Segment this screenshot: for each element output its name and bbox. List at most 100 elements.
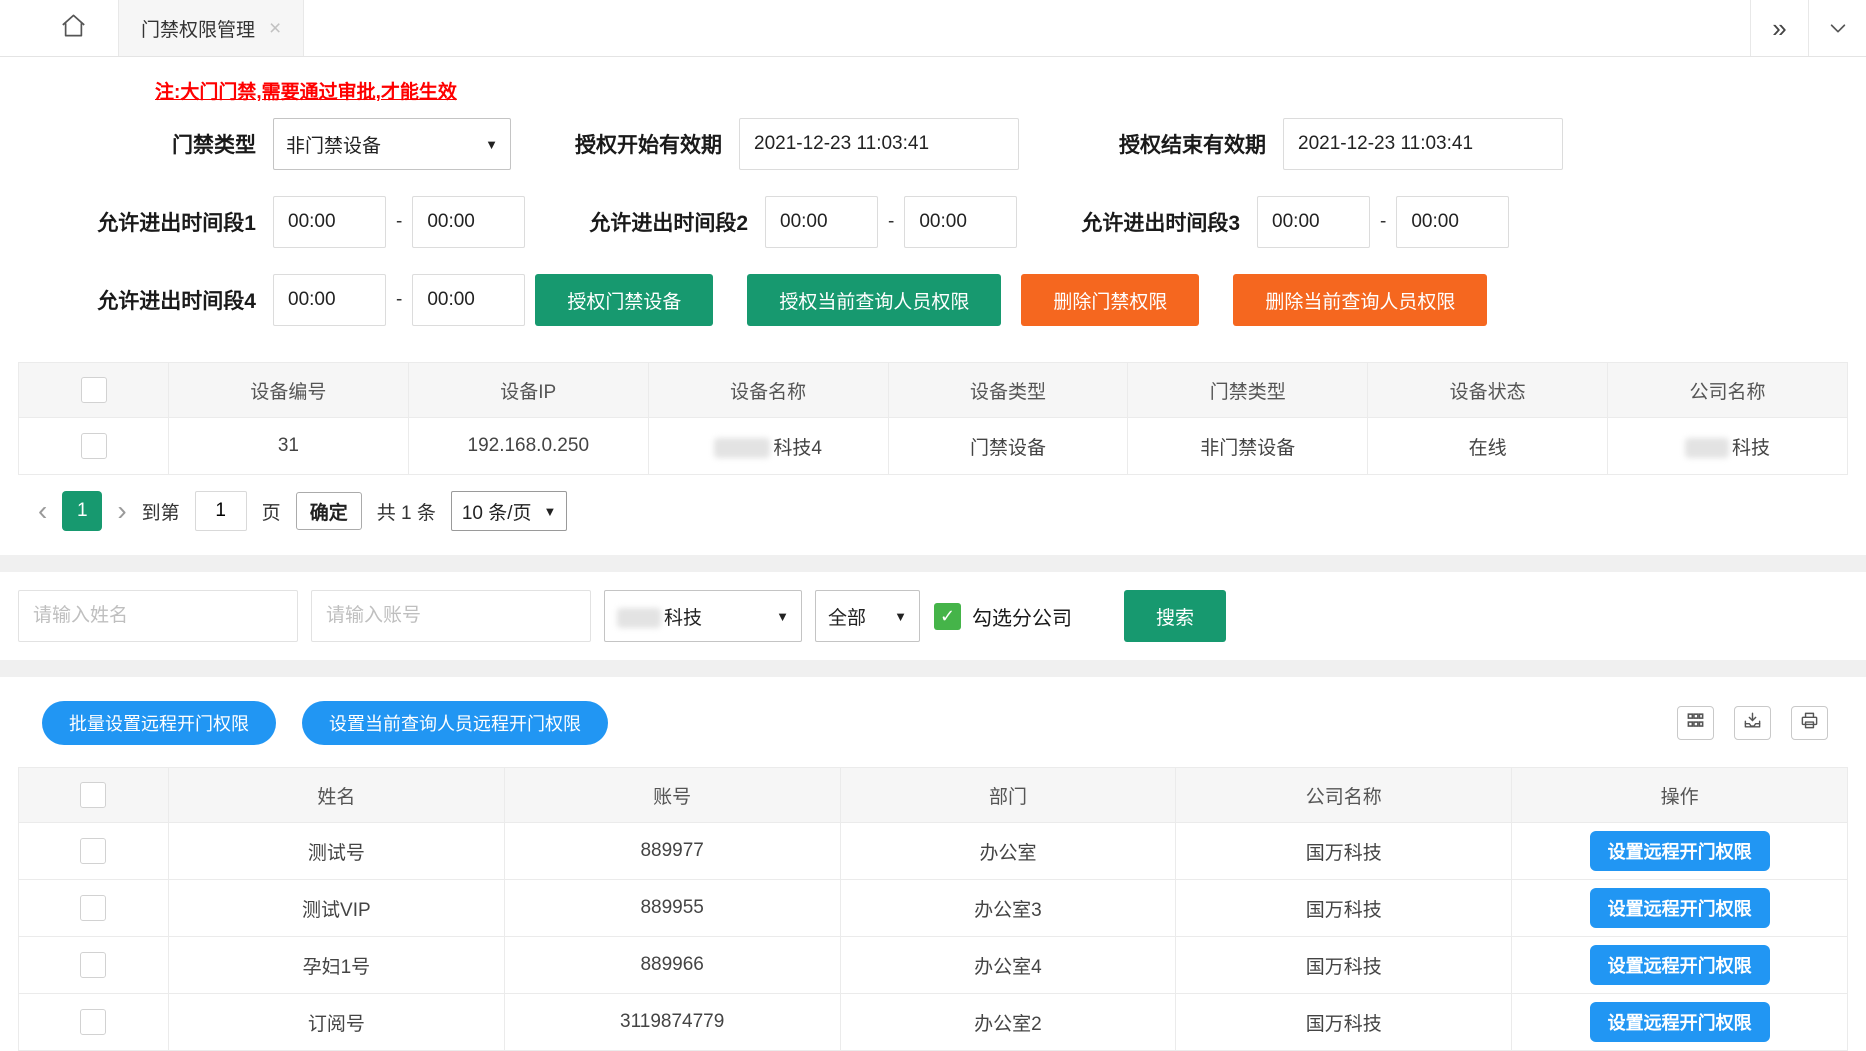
person-dept-cell: 办公室3 [840,880,1176,937]
current-query-remote-open-button[interactable]: 设置当前查询人员远程开门权限 [302,701,608,745]
device-company-cell: 科技 [1608,418,1848,475]
page-number-input[interactable] [195,491,247,531]
print-button[interactable] [1791,706,1828,740]
export-icon [1743,711,1762,735]
time-slot3-end-input[interactable] [1396,196,1509,248]
set-remote-open-button[interactable]: 设置远程开门权限 [1590,1002,1770,1042]
person-name-cell: 孕妇1号 [168,937,504,994]
person-row-checkbox[interactable] [80,1009,106,1035]
time-slot3-label: 允许进出时间段3 [1081,207,1240,237]
device-select-all-checkbox[interactable] [81,377,107,403]
total-count-label: 共 1 条 [377,498,436,525]
device-status-cell: 在线 [1368,418,1608,475]
col-header-device-ip: 设备IP [408,363,648,418]
person-name-cell: 订阅号 [168,994,504,1051]
batch-remote-open-button[interactable]: 批量设置远程开门权限 [42,701,276,745]
auth-end-input[interactable] [1283,118,1563,170]
check-icon: ✓ [940,606,955,627]
expand-tabs-icon[interactable]: » [1750,0,1808,56]
col-header-device-id: 设备编号 [169,363,409,418]
set-remote-open-button[interactable]: 设置远程开门权限 [1590,888,1770,928]
redaction-blur [714,438,770,458]
col-header-company-name: 公司名称 [1608,363,1848,418]
person-toolbar: 批量设置远程开门权限 设置当前查询人员远程开门权限 [0,701,1866,767]
person-account-cell: 889977 [504,823,840,880]
time-slot2-end-input[interactable] [904,196,1017,248]
person-table-row: 测试号 889977 办公室 国万科技 设置远程开门权限 [19,823,1848,880]
account-search-input[interactable] [311,590,591,642]
form-row-2: 允许进出时间段1 - 允许进出时间段2 - 允许进出时间段3 - [0,196,1866,248]
search-button[interactable]: 搜索 [1124,590,1226,642]
time-range-separator: - [1380,211,1386,233]
chevron-down-icon: ▼ [485,137,498,152]
set-remote-open-button[interactable]: 设置远程开门权限 [1590,945,1770,985]
time-slot1-end-input[interactable] [412,196,525,248]
authorize-person-button[interactable]: 授权当前查询人员权限 [747,274,1001,326]
set-remote-open-button[interactable]: 设置远程开门权限 [1590,831,1770,871]
columns-settings-button[interactable] [1677,706,1714,740]
time-slot3-start-input[interactable] [1257,196,1370,248]
door-type-select[interactable]: 非门禁设备 ▼ [273,118,511,170]
col-header-device-status: 设备状态 [1368,363,1608,418]
person-row-checkbox[interactable] [80,838,106,864]
page-unit-label: 页 [262,498,281,525]
home-button[interactable] [28,0,118,56]
device-row-checkbox[interactable] [81,433,107,459]
person-permission-card: 批量设置远程开门权限 设置当前查询人员远程开门权限 姓名 [0,677,1866,1051]
time-slot4-end-input[interactable] [412,274,525,326]
col-header-company: 公司名称 [1176,768,1512,823]
approval-note: 注:大门门禁,需要通过审批,才能生效 [155,77,1866,104]
tab-menu-chevron-icon[interactable] [1808,0,1866,56]
auth-start-input[interactable] [739,118,1019,170]
confirm-page-button[interactable]: 确定 [296,492,362,530]
current-page-button[interactable]: 1 [62,491,102,531]
tabbar-right-controls: » [1750,0,1866,56]
device-name-cell: 科技4 [648,418,888,475]
device-table-pagination: ‹ 1 › 到第 页 确定 共 1 条 10 条/页 ▼ [0,475,1866,549]
redaction-blur [617,608,661,628]
time-slot4-label: 允许进出时间段4 [0,285,256,315]
person-select-all-checkbox[interactable] [80,782,106,808]
export-button[interactable] [1734,706,1771,740]
scope-select[interactable]: 全部 ▼ [815,590,920,642]
person-dept-cell: 办公室 [840,823,1176,880]
person-table: 姓名 账号 部门 公司名称 操作 测试号 889977 办公室 国万科技 设置远… [18,767,1848,1051]
next-page-icon[interactable]: › [117,497,126,525]
person-row-checkbox[interactable] [80,952,106,978]
company-select[interactable]: 科技 ▼ [604,590,802,642]
person-search-card: 科技 ▼ 全部 ▼ ✓ 勾选分公司 搜索 [0,572,1866,660]
section-gap [0,660,1866,677]
tab-bar: 门禁权限管理 × » [0,0,1866,57]
person-name-cell: 测试VIP [168,880,504,937]
delete-permission-button[interactable]: 删除门禁权限 [1021,274,1199,326]
device-table: 设备编号 设备IP 设备名称 设备类型 门禁类型 设备状态 公司名称 31 19… [18,362,1848,475]
branch-company-checkbox[interactable]: ✓ [934,603,961,630]
person-company-cell: 国万科技 [1176,994,1512,1051]
time-slot1-start-input[interactable] [273,196,386,248]
col-header-device-name: 设备名称 [648,363,888,418]
page-size-select[interactable]: 10 条/页 ▼ [451,491,568,531]
person-account-cell: 3119874779 [504,994,840,1051]
person-table-row: 孕妇1号 889966 办公室4 国万科技 设置远程开门权限 [19,937,1848,994]
form-row-1: 门禁类型 非门禁设备 ▼ 授权开始有效期 授权结束有效期 [0,118,1866,170]
auth-start-label: 授权开始有效期 [575,129,722,159]
tab-door-permission[interactable]: 门禁权限管理 × [118,0,304,56]
time-slot2-start-input[interactable] [765,196,878,248]
authorization-form-card: 注:大门门禁,需要通过审批,才能生效 门禁类型 非门禁设备 ▼ 授权开始有效期 … [0,57,1866,555]
time-range-separator: - [888,211,894,233]
device-table-row: 31 192.168.0.250 科技4 门禁设备 非门禁设备 在线 科技 [19,418,1848,475]
tab-close-icon[interactable]: × [269,18,281,39]
person-name-cell: 测试号 [168,823,504,880]
authorize-device-button[interactable]: 授权门禁设备 [535,274,713,326]
chevron-down-icon: ▼ [894,609,907,624]
person-company-cell: 国万科技 [1176,823,1512,880]
name-search-input[interactable] [18,590,298,642]
delete-person-permission-button[interactable]: 删除当前查询人员权限 [1233,274,1487,326]
door-type-label: 门禁类型 [0,129,256,159]
time-slot4-start-input[interactable] [273,274,386,326]
col-header-door-type: 门禁类型 [1128,363,1368,418]
person-account-cell: 889955 [504,880,840,937]
person-table-row: 订阅号 3119874779 办公室2 国万科技 设置远程开门权限 [19,994,1848,1051]
person-row-checkbox[interactable] [80,895,106,921]
prev-page-icon[interactable]: ‹ [38,497,47,525]
